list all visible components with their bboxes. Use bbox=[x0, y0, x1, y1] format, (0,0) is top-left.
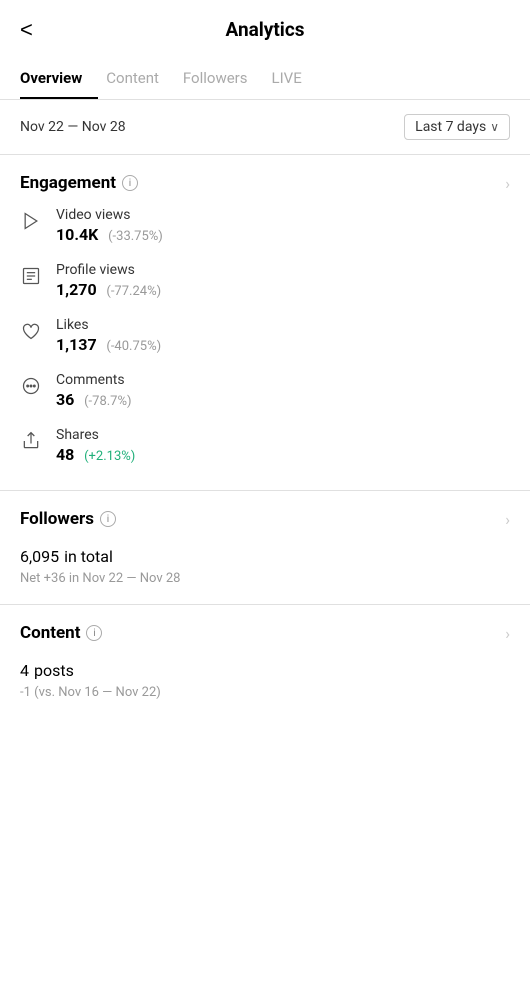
profile-views-icon bbox=[20, 265, 42, 287]
shares-label: Shares bbox=[56, 427, 135, 443]
followers-header: Followers i › bbox=[20, 509, 510, 529]
content-header: Content i › bbox=[20, 623, 510, 643]
video-views-icon bbox=[20, 210, 42, 232]
engagement-title: Engagement bbox=[20, 173, 116, 193]
profile-views-content: Profile views 1,270 (-77.24%) bbox=[56, 262, 161, 299]
comments-row: 36 (-78.7%) bbox=[56, 390, 132, 409]
comments-label: Comments bbox=[56, 372, 132, 388]
engagement-header: Engagement i › bbox=[20, 173, 510, 193]
profile-views-change: (-77.24%) bbox=[106, 284, 161, 299]
video-views-change: (-33.75%) bbox=[108, 229, 163, 244]
engagement-section: Engagement i › Video views 10.4K (-33.75… bbox=[0, 155, 530, 491]
profile-views-value: 1,270 bbox=[56, 280, 97, 299]
shares-row: 48 (+2.13%) bbox=[56, 445, 135, 464]
tab-content[interactable]: Content bbox=[106, 59, 175, 99]
followers-title: Followers bbox=[20, 509, 94, 529]
metric-profile-views: Profile views 1,270 (-77.24%) bbox=[20, 262, 510, 299]
comments-icon bbox=[20, 375, 42, 397]
video-views-value: 10.4K bbox=[56, 225, 98, 244]
date-selector[interactable]: Last 7 days ∨ bbox=[404, 114, 510, 140]
comments-change: (-78.7%) bbox=[84, 394, 131, 409]
header: < Analytics bbox=[0, 0, 530, 59]
profile-views-label: Profile views bbox=[56, 262, 161, 278]
comments-content: Comments 36 (-78.7%) bbox=[56, 372, 132, 409]
video-views-content: Video views 10.4K (-33.75%) bbox=[56, 207, 163, 244]
page-title: Analytics bbox=[226, 18, 305, 41]
content-info-icon[interactable]: i bbox=[86, 625, 102, 641]
content-chevron-icon[interactable]: › bbox=[505, 624, 510, 643]
shares-change: (+2.13%) bbox=[84, 449, 135, 464]
likes-change: (-40.75%) bbox=[106, 339, 161, 354]
comments-value: 36 bbox=[56, 390, 74, 409]
engagement-title-wrap: Engagement i bbox=[20, 173, 138, 193]
content-posts-label: posts bbox=[34, 661, 74, 680]
back-button[interactable]: < bbox=[20, 19, 33, 41]
followers-total-label: in total bbox=[64, 547, 113, 566]
date-range: Nov 22 — Nov 28 bbox=[20, 119, 126, 135]
metric-video-views: Video views 10.4K (-33.75%) bbox=[20, 207, 510, 244]
content-title-wrap: Content i bbox=[20, 623, 102, 643]
metric-likes: Likes 1,137 (-40.75%) bbox=[20, 317, 510, 354]
metric-shares: Shares 48 (+2.13%) bbox=[20, 427, 510, 464]
followers-total-value: 6,095 bbox=[20, 547, 59, 566]
followers-title-wrap: Followers i bbox=[20, 509, 116, 529]
likes-icon bbox=[20, 320, 42, 342]
content-sub: -1 (vs. Nov 16 — Nov 22) bbox=[20, 685, 510, 700]
content-posts: 4 posts bbox=[20, 657, 510, 681]
metric-comments: Comments 36 (-78.7%) bbox=[20, 372, 510, 409]
content-posts-value: 4 bbox=[20, 661, 29, 680]
likes-content: Likes 1,137 (-40.75%) bbox=[56, 317, 161, 354]
profile-views-row: 1,270 (-77.24%) bbox=[56, 280, 161, 299]
likes-value: 1,137 bbox=[56, 335, 97, 354]
followers-net: Net +36 in Nov 22 — Nov 28 bbox=[20, 571, 510, 586]
engagement-chevron-icon[interactable]: › bbox=[505, 174, 510, 193]
content-title: Content bbox=[20, 623, 80, 643]
date-selector-label: Last 7 days bbox=[415, 119, 486, 135]
shares-content: Shares 48 (+2.13%) bbox=[56, 427, 135, 464]
followers-section: Followers i › 6,095 in total Net +36 in … bbox=[0, 491, 530, 605]
shares-icon bbox=[20, 430, 42, 452]
content-section: Content i › 4 posts -1 (vs. Nov 16 — Nov… bbox=[0, 605, 530, 718]
video-views-label: Video views bbox=[56, 207, 163, 223]
tabs-bar: Overview Content Followers LIVE bbox=[0, 59, 530, 100]
chevron-down-icon: ∨ bbox=[490, 120, 499, 134]
likes-row: 1,137 (-40.75%) bbox=[56, 335, 161, 354]
likes-label: Likes bbox=[56, 317, 161, 333]
tab-live[interactable]: LIVE bbox=[272, 59, 318, 99]
followers-info-icon[interactable]: i bbox=[100, 511, 116, 527]
tab-followers[interactable]: Followers bbox=[183, 59, 264, 99]
video-views-row: 10.4K (-33.75%) bbox=[56, 225, 163, 244]
engagement-info-icon[interactable]: i bbox=[122, 175, 138, 191]
date-row: Nov 22 — Nov 28 Last 7 days ∨ bbox=[0, 100, 530, 155]
followers-chevron-icon[interactable]: › bbox=[505, 510, 510, 529]
tab-overview[interactable]: Overview bbox=[20, 59, 98, 99]
followers-total: 6,095 in total bbox=[20, 543, 510, 567]
shares-value: 48 bbox=[56, 445, 74, 464]
